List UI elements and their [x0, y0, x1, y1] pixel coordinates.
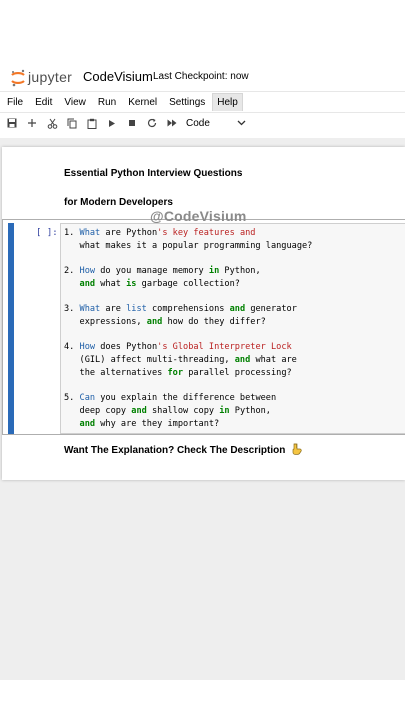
code-token: How: [79, 342, 96, 353]
fast-forward-icon[interactable]: [162, 114, 182, 132]
menu-edit[interactable]: Edit: [30, 94, 57, 111]
code-line: 5. Can you explain the difference betwee…: [64, 392, 312, 405]
code-line: 2. How do you manage memory in Python,: [64, 265, 312, 278]
code-token: in: [208, 266, 220, 277]
checkpoint-status: Last Checkpoint: now: [153, 71, 249, 82]
logo-text: jupyter: [28, 69, 73, 85]
menu-bar: File Edit View Run Kernel Settings Help: [0, 91, 405, 113]
code-token: comprehensions: [146, 304, 230, 315]
code-token: in: [219, 405, 230, 416]
watermark: @CodeVisium: [150, 208, 247, 224]
code-token: and: [79, 418, 96, 429]
menu-view[interactable]: View: [59, 94, 91, 111]
jupyter-logo-icon: [10, 69, 26, 87]
code-token: Can: [79, 393, 96, 404]
code-line: deep copy and shallow copy in Python,: [64, 405, 312, 418]
code-token: Python,: [219, 266, 261, 277]
cell-type-value: Code: [186, 117, 210, 129]
code-token: 's Global Interpreter Lock: [157, 342, 292, 353]
menu-file[interactable]: File: [2, 94, 28, 111]
paste-icon[interactable]: [82, 114, 102, 132]
code-token: deep copy: [64, 405, 132, 416]
cell-type-dropdown[interactable]: Code: [186, 115, 246, 131]
code-token: 1.: [64, 228, 80, 238]
code-token: and: [79, 278, 96, 289]
code-token: generator: [245, 304, 297, 315]
menu-kernel[interactable]: Kernel: [123, 94, 162, 111]
code-line: and what is garbage collection?: [64, 278, 312, 291]
code-token: what: [95, 278, 127, 289]
code-token: do you manage memory: [95, 266, 209, 277]
code-token: and: [146, 316, 163, 327]
menu-settings[interactable]: Settings: [164, 94, 210, 111]
cut-icon[interactable]: [42, 114, 62, 132]
code-token: 4.: [64, 342, 80, 353]
code-token: What: [79, 304, 101, 315]
code-token: Python,: [229, 405, 271, 416]
code-token: 5.: [64, 393, 80, 404]
code-token: what makes it a popular programming lang…: [64, 240, 313, 251]
code-line: expressions, and how do they differ?: [64, 316, 312, 329]
markdown-heading-line2: for Modern Developers: [64, 197, 173, 208]
pointing-down-hand-icon: [291, 443, 302, 458]
header: jupyter CodeVisium Last Checkpoint: now: [0, 64, 405, 90]
code-token: and: [131, 405, 147, 416]
code-token: the alternatives: [64, 367, 168, 378]
code-line: 1. What are Python's key features and: [64, 227, 312, 240]
code-token: shallow copy: [146, 405, 220, 416]
code-token: for: [167, 367, 184, 378]
toolbar: Code: [0, 113, 405, 133]
code-token: 2.: [64, 266, 80, 277]
code-line: and why are they important?: [64, 418, 312, 431]
code-token: expressions,: [64, 316, 147, 327]
cell-selection-bar: [8, 223, 14, 434]
code-token: and: [234, 355, 251, 366]
code-token: parallel processing?: [183, 367, 292, 378]
menu-run[interactable]: Run: [93, 94, 121, 111]
code-line: 4. How does Python's Global Interpreter …: [64, 341, 312, 354]
cell-prompt: [ ]:: [36, 228, 58, 238]
code-token: are: [100, 304, 127, 315]
markdown-heading-line1: Essential Python Interview Questions: [64, 168, 243, 179]
add-icon[interactable]: [22, 114, 42, 132]
code-token: what are: [250, 355, 297, 366]
notebook-name[interactable]: CodeVisium: [83, 69, 153, 84]
stop-icon[interactable]: [122, 114, 142, 132]
copy-icon[interactable]: [62, 114, 82, 132]
save-icon[interactable]: [2, 114, 22, 132]
code-token: does Python: [95, 342, 158, 353]
jupyter-logo[interactable]: jupyter: [10, 67, 72, 87]
code-token: you explain the difference between: [95, 393, 277, 404]
run-icon[interactable]: [102, 114, 122, 132]
code-token: and: [229, 304, 246, 315]
code-token: how do they differ?: [162, 316, 266, 327]
code-token: garbage collection?: [136, 278, 240, 289]
code-token: 's key features and: [157, 228, 256, 238]
jupyter-page: jupyter CodeVisium Last Checkpoint: now …: [0, 0, 405, 720]
code-line: the alternatives for parallel processing…: [64, 367, 312, 380]
code-token: What: [79, 228, 101, 238]
code-line: (GIL) affect multi-threading, and what a…: [64, 354, 312, 367]
explanation-note-text: Want The Explanation? Check The Descript…: [64, 445, 286, 456]
chevron-down-icon: [237, 118, 246, 129]
code-token: How: [79, 266, 96, 277]
code-token: why are they important?: [95, 418, 220, 429]
explanation-note: Want The Explanation? Check The Descript…: [64, 443, 302, 458]
code-line: what makes it a popular programming lang…: [64, 240, 313, 253]
code-text: 1. What are Python's key features and wh…: [64, 227, 312, 430]
code-token: list: [126, 304, 147, 315]
restart-icon[interactable]: [142, 114, 162, 132]
code-token: 3.: [64, 304, 80, 315]
code-line: 3. What are list comprehensions and gene…: [64, 303, 312, 316]
menu-help[interactable]: Help: [212, 93, 243, 111]
code-token: is: [126, 278, 137, 289]
code-token: are Python: [100, 228, 158, 238]
code-token: (GIL) affect multi-threading,: [64, 355, 235, 366]
